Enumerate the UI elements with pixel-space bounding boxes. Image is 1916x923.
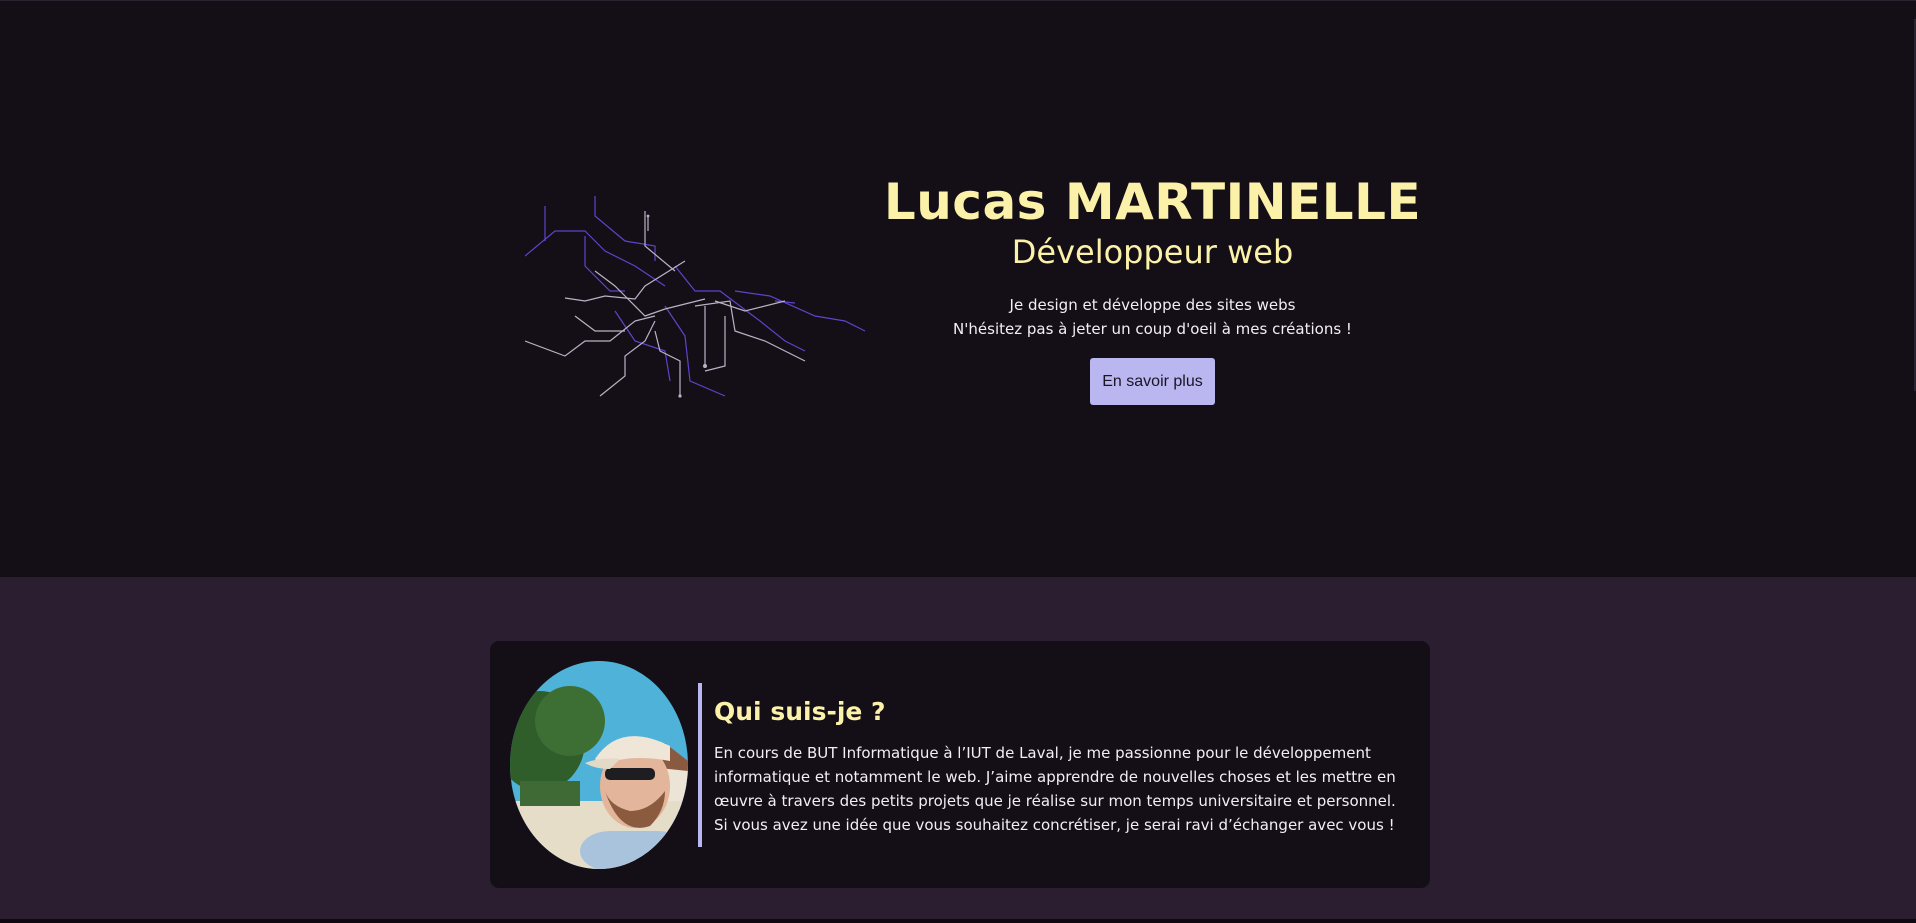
about-card: Qui suis-je ? En cours de BUT Informatiq… bbox=[490, 641, 1430, 888]
learn-more-button[interactable]: En savoir plus bbox=[1090, 358, 1215, 405]
divider bbox=[698, 683, 702, 847]
tagline-line-1: Je design et développe des sites webs bbox=[1009, 296, 1296, 314]
hero-text: Lucas MARTINELLE Développeur web Je desi… bbox=[880, 171, 1425, 405]
hero-section: Lucas MARTINELLE Développeur web Je desi… bbox=[0, 0, 1916, 577]
hero-role: Développeur web bbox=[1011, 233, 1294, 271]
about-text: En cours de BUT Informatique à l’IUT de … bbox=[714, 744, 1396, 834]
avatar bbox=[510, 661, 688, 869]
hero-name: Lucas MARTINELLE bbox=[883, 173, 1422, 231]
profile-photo-icon bbox=[510, 661, 688, 869]
bottom-bar bbox=[0, 919, 1916, 923]
tagline-line-2: N'hésitez pas à jeter un coup d'oeil à m… bbox=[953, 320, 1352, 338]
hero-tagline: Je design et développe des sites webs N'… bbox=[880, 293, 1425, 341]
about-title: Qui suis-je ? bbox=[714, 697, 886, 726]
circuit-illustration bbox=[525, 196, 865, 398]
